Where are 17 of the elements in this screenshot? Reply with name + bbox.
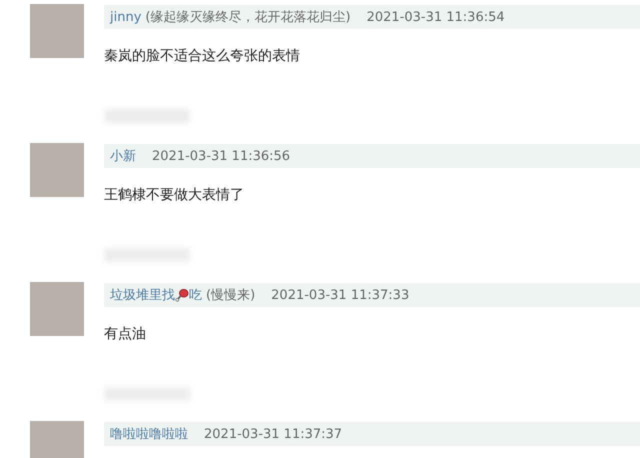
username-link[interactable]: jinny [110,10,142,24]
avatar-image[interactable] [30,282,84,336]
user-remark: (慢慢来) [206,287,256,304]
comment-time: 2021-03-31 11:37:33 [271,288,410,302]
comment-time: 2021-03-31 11:37:37 [204,426,342,442]
comment-time: 2021-03-31 11:36:56 [152,148,290,164]
username-link[interactable]: 噜啦啦噜啦啦 [110,425,188,443]
avatar-image[interactable] [30,143,84,197]
avatar-image[interactable] [30,4,84,58]
comment-time: 2021-03-31 11:36:54 [366,10,505,24]
comment-text: 王鹤棣不要做大表情了 [104,186,245,204]
comment-text: 有点油 [104,325,147,343]
avatar-image[interactable] [30,421,84,458]
comment-text: 秦岚的脸不适合这么夸张的表情 [104,47,301,65]
username-link[interactable]: 小新 [110,147,136,165]
user-remark: (缘起缘灭缘终尽，花开花落花归尘) [145,9,351,26]
username-link[interactable]: 垃圾堆里找 吃 [110,286,202,304]
